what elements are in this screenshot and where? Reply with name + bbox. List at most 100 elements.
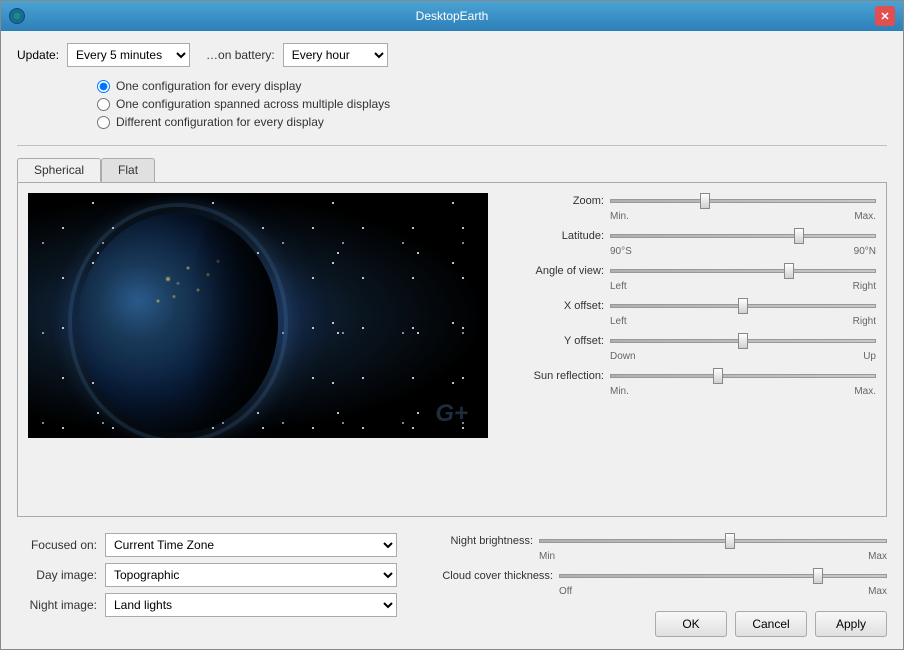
- night-brightness-max: Max: [868, 551, 887, 562]
- cloud-cover-track: [559, 568, 887, 584]
- earth-preview: G+: [28, 193, 488, 438]
- zoom-minmax: Min. Max.: [504, 211, 876, 222]
- ok-button[interactable]: OK: [655, 611, 727, 637]
- display-config-group: One configuration for every display One …: [17, 79, 887, 129]
- cloud-cover-slider[interactable]: [559, 574, 887, 578]
- night-brightness-label: Night brightness:: [413, 535, 533, 547]
- angle-minmax: Left Right: [504, 281, 876, 292]
- button-row: OK Cancel Apply: [413, 603, 887, 637]
- latitude-label: Latitude:: [504, 230, 604, 242]
- apply-button[interactable]: Apply: [815, 611, 887, 637]
- sun-reflection-slider[interactable]: [610, 374, 876, 378]
- latitude-minmax: 90°S 90°N: [504, 246, 876, 257]
- night-brightness-group: Night brightness: Min Max: [413, 533, 887, 562]
- night-image-select[interactable]: Land lights None: [105, 593, 397, 617]
- x-offset-minmax: Left Right: [504, 316, 876, 327]
- close-button[interactable]: ✕: [875, 6, 895, 26]
- latitude-row: Latitude:: [504, 228, 876, 244]
- radio-different-per-display[interactable]: Different configuration for every displa…: [97, 115, 887, 129]
- angle-min: Left: [610, 281, 627, 292]
- tab-bar: Spherical Flat: [17, 158, 887, 182]
- night-image-label: Night image:: [17, 598, 97, 612]
- focused-on-label: Focused on:: [17, 538, 97, 552]
- radio-spanned[interactable]: One configuration spanned across multipl…: [97, 97, 887, 111]
- sun-reflection-row: Sun reflection:: [504, 368, 876, 384]
- tabs-section: Spherical Flat G+: [17, 158, 887, 517]
- sun-reflection-label: Sun reflection:: [504, 370, 604, 382]
- tab-spherical[interactable]: Spherical: [17, 158, 101, 182]
- y-offset-minmax: Down Up: [504, 351, 876, 362]
- zoom-max: Max.: [854, 211, 876, 222]
- update-label: Update:: [17, 48, 59, 62]
- y-offset-slider[interactable]: [610, 339, 876, 343]
- window-title: DesktopEarth: [416, 9, 489, 23]
- radio-different-label: Different configuration for every displa…: [116, 115, 324, 129]
- sun-reflection-min: Min.: [610, 386, 629, 397]
- tab-flat[interactable]: Flat: [101, 158, 155, 182]
- radio-spanned-label: One configuration spanned across multipl…: [116, 97, 390, 111]
- zoom-label: Zoom:: [504, 195, 604, 207]
- x-offset-track: [610, 298, 876, 314]
- update-interval-select[interactable]: Every 5 minutes Every 10 minutes Every 3…: [67, 43, 190, 67]
- y-offset-min: Down: [610, 351, 636, 362]
- sun-reflection-max: Max.: [854, 386, 876, 397]
- zoom-group: Zoom: Min. Max.: [504, 193, 876, 222]
- focused-on-select[interactable]: Current Time Zone Fixed Location Random: [105, 533, 397, 557]
- cancel-button[interactable]: Cancel: [735, 611, 807, 637]
- night-brightness-slider[interactable]: [539, 539, 887, 543]
- update-row: Update: Every 5 minutes Every 10 minutes…: [17, 43, 887, 67]
- controls-panel: Zoom: Min. Max. Latitude:: [504, 193, 876, 506]
- y-offset-group: Y offset: Down Up: [504, 333, 876, 362]
- battery-label: …on battery:: [206, 48, 275, 62]
- angle-max: Right: [853, 281, 876, 292]
- y-offset-max: Up: [863, 351, 876, 362]
- main-window: DesktopEarth ✕ Update: Every 5 minutes E…: [0, 0, 904, 650]
- cloud-cover-label: Cloud cover thickness:: [413, 570, 553, 582]
- radio-one-per-display-label: One configuration for every display: [116, 79, 301, 93]
- angle-slider[interactable]: [610, 269, 876, 273]
- y-offset-row: Y offset:: [504, 333, 876, 349]
- earth-preview-container: G+: [28, 193, 488, 438]
- sun-reflection-minmax: Min. Max.: [504, 386, 876, 397]
- cloud-cover-min: Off: [559, 586, 572, 597]
- day-image-select[interactable]: Topographic Satellite Plain: [105, 563, 397, 587]
- battery-interval-select[interactable]: Every hour Every 2 hours Never: [283, 43, 388, 67]
- sun-reflection-track: [610, 368, 876, 384]
- x-offset-min: Left: [610, 316, 627, 327]
- right-sliders: Night brightness: Min Max Cloud cover th…: [413, 533, 887, 637]
- latitude-track: [610, 228, 876, 244]
- day-image-row: Day image: Topographic Satellite Plain: [17, 563, 397, 587]
- night-brightness-track: [539, 533, 887, 549]
- cloud-cover-group: Cloud cover thickness: Off Max: [413, 568, 887, 597]
- night-brightness-min: Min: [539, 551, 555, 562]
- main-panel: G+ Zoom: Min.: [17, 182, 887, 517]
- x-offset-max: Right: [853, 316, 876, 327]
- watermark: G+: [435, 400, 468, 428]
- earth-globe: [78, 213, 278, 433]
- latitude-group: Latitude: 90°S 90°N: [504, 228, 876, 257]
- angle-track: [610, 263, 876, 279]
- night-image-row: Night image: Land lights None: [17, 593, 397, 617]
- angle-group: Angle of view: Left Right: [504, 263, 876, 292]
- radio-one-per-display[interactable]: One configuration for every display: [97, 79, 887, 93]
- night-brightness-row: Night brightness:: [413, 533, 887, 549]
- x-offset-slider[interactable]: [610, 304, 876, 308]
- latitude-slider[interactable]: [610, 234, 876, 238]
- x-offset-row: X offset:: [504, 298, 876, 314]
- sun-reflection-group: Sun reflection: Min. Max.: [504, 368, 876, 397]
- latitude-min: 90°S: [610, 246, 632, 257]
- angle-row: Angle of view:: [504, 263, 876, 279]
- zoom-slider[interactable]: [610, 199, 876, 203]
- cloud-cover-row: Cloud cover thickness:: [413, 568, 887, 584]
- divider: [17, 145, 887, 146]
- bottom-area: Focused on: Current Time Zone Fixed Loca…: [17, 525, 887, 637]
- cloud-cover-minmax: Off Max: [413, 586, 887, 597]
- cloud-cover-max: Max: [868, 586, 887, 597]
- angle-label: Angle of view:: [504, 265, 604, 277]
- y-offset-track: [610, 333, 876, 349]
- zoom-track: [610, 193, 876, 209]
- main-content: Update: Every 5 minutes Every 10 minutes…: [1, 31, 903, 649]
- focused-on-row: Focused on: Current Time Zone Fixed Loca…: [17, 533, 397, 557]
- titlebar-left: [9, 8, 25, 24]
- titlebar: DesktopEarth ✕: [1, 1, 903, 31]
